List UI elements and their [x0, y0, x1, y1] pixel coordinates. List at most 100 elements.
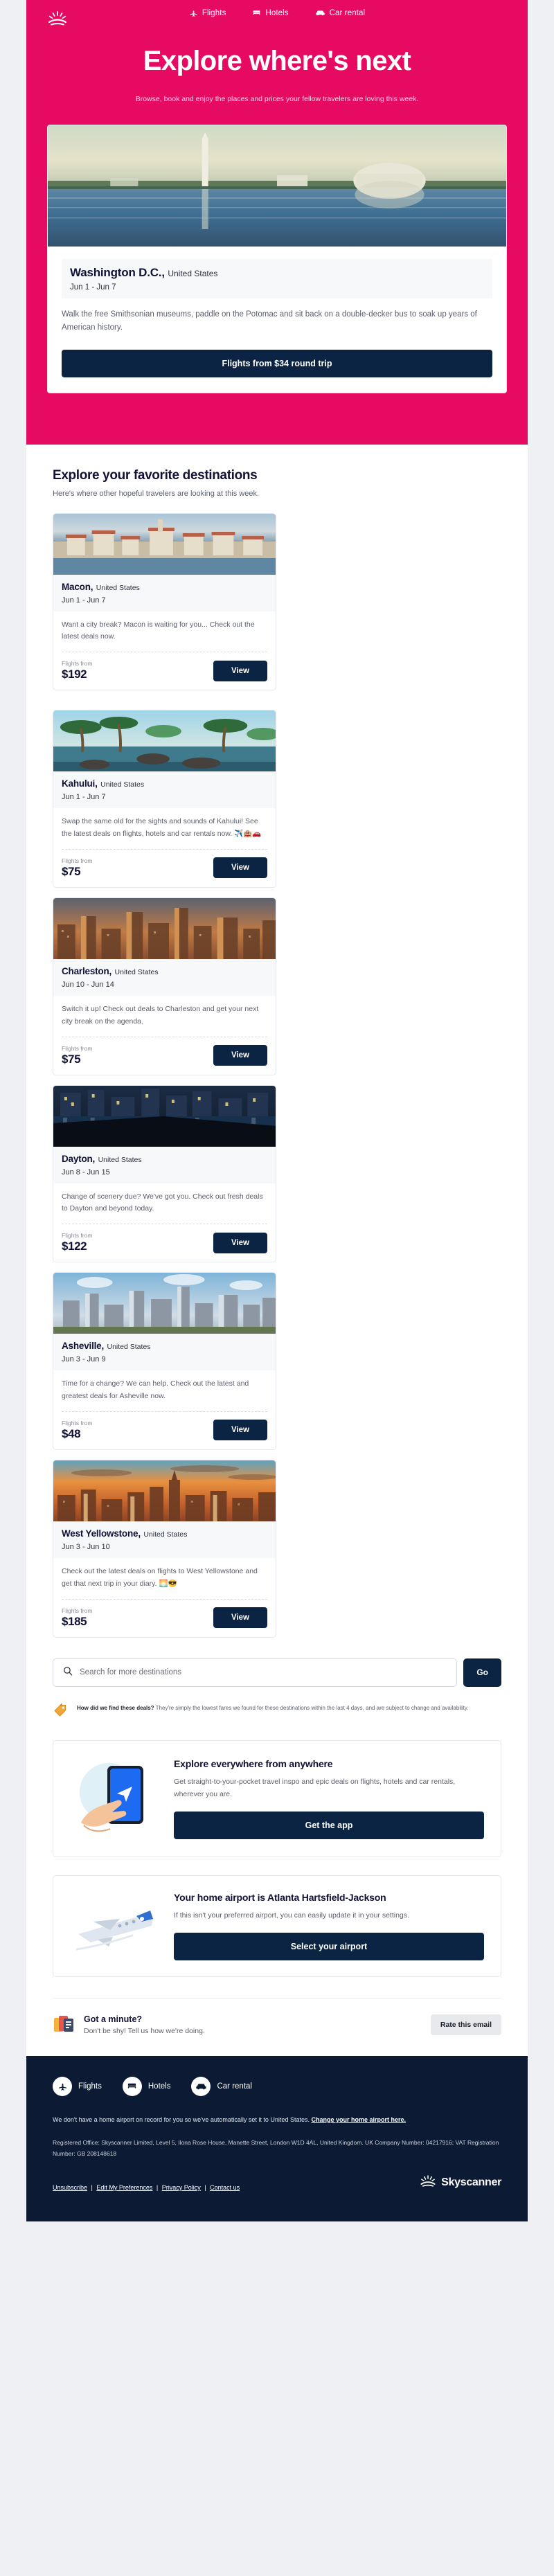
destination-header: Macon, United States Jun 1 - Jun 7: [53, 574, 276, 611]
destination-description: Check out the latest deals on flights to…: [62, 1566, 258, 1588]
destination-country-name: United States: [96, 583, 140, 592]
footer-link-flights[interactable]: Flights: [53, 2076, 102, 2096]
edit-preferences-link[interactable]: Edit My Preferences: [96, 2184, 152, 2191]
destination-description: Switch it up! Check out deals to Charles…: [62, 1004, 259, 1026]
search-box[interactable]: [53, 1658, 458, 1687]
feedback-row: Got a minute? Don't be shy! Tell us how …: [53, 1997, 501, 2056]
app-promo-title: Explore everywhere from anywhere: [174, 1758, 333, 1770]
hero-subtitle: Browse, book and enjoy the places and pr…: [135, 94, 419, 103]
price-value: $48: [62, 1426, 81, 1440]
nav-link-label: Flights: [202, 8, 226, 17]
nav-link-flights[interactable]: Flights: [189, 8, 226, 17]
footer-link-hotels[interactable]: Hotels: [122, 2076, 171, 2096]
nav-link-label: Car rental: [329, 8, 366, 17]
destination-title: Kahului, United States: [62, 778, 267, 790]
view-button[interactable]: View: [213, 1045, 267, 1066]
change-home-airport-link[interactable]: Change your home airport here.: [311, 2116, 406, 2123]
destination-dates: Jun 1 - Jun 7: [62, 793, 106, 802]
destination-card-body: Kahului, United States Jun 1 - Jun 7 Swa…: [53, 771, 276, 887]
rate-this-email-button[interactable]: Rate this email: [430, 2014, 501, 2036]
destination-card[interactable]: Macon, United States Jun 1 - Jun 7 Want …: [53, 512, 276, 691]
charleston-photo: [53, 897, 276, 959]
destination-country-name: United States: [114, 967, 159, 976]
nav-link-car-rental[interactable]: Car rental: [315, 8, 366, 17]
feature-country-name: United States: [168, 268, 218, 278]
destination-card[interactable]: Charleston, United States Jun 10 - Jun 1…: [53, 897, 276, 1075]
feature-cta-button[interactable]: Flights from $34 round trip: [62, 349, 492, 377]
link-separator: |: [202, 2183, 208, 2191]
hero-bottom-spacer: [26, 420, 528, 445]
destination-city-name: Charleston,: [62, 965, 112, 976]
link-separator: |: [154, 2183, 160, 2191]
bed-icon: [252, 8, 261, 17]
destination-header: Dayton, United States Jun 8 - Jun 15: [53, 1146, 276, 1183]
destination-card[interactable]: Asheville, United States Jun 3 - Jun 9 T…: [53, 1272, 276, 1450]
search-input[interactable]: [80, 1668, 447, 1677]
hand-holding-phone-illustration: [70, 1756, 161, 1841]
unsubscribe-link[interactable]: Unsubscribe: [53, 2184, 87, 2191]
featured-destination-card[interactable]: Washington D.C., United States Jun 1 - J…: [47, 124, 507, 393]
price-value: $185: [62, 1614, 87, 1628]
footer-link-car-rental[interactable]: Car rental: [191, 2076, 252, 2096]
home-airport-body: Your home airport is Atlanta Hartsfield-…: [174, 1891, 484, 1961]
destination-city-name: Dayton,: [62, 1153, 96, 1164]
get-the-app-button[interactable]: Get the app: [174, 1812, 484, 1840]
car-icon: [191, 2076, 211, 2096]
home-airport-note-text: We don't have a home airport on record f…: [53, 2116, 312, 2123]
feature-place-header: Washington D.C., United States Jun 1 - J…: [62, 258, 492, 298]
hero-banner: Flights Hotels Car rental Explore where'…: [26, 0, 528, 421]
dayton-photo: [53, 1085, 276, 1147]
destination-card[interactable]: West Yellowstone, United States Jun 3 - …: [53, 1459, 276, 1638]
destination-description: Want a city break? Macon is waiting for …: [62, 620, 255, 641]
contact-us-link[interactable]: Contact us: [210, 2184, 240, 2191]
view-button[interactable]: View: [213, 857, 267, 879]
view-button[interactable]: View: [213, 1232, 267, 1253]
destination-card-body: Macon, United States Jun 1 - Jun 7 Want …: [53, 574, 276, 690]
destination-country-name: United States: [100, 780, 145, 789]
destination-card-body: Dayton, United States Jun 8 - Jun 15 Cha…: [53, 1146, 276, 1262]
feedback-cards-icon: [53, 2012, 75, 2038]
price-label: Flights from: [62, 857, 93, 864]
view-button[interactable]: View: [213, 660, 267, 681]
destination-header: Charleston, United States Jun 10 - Jun 1…: [53, 958, 276, 996]
app-promo-body: Explore everywhere from anywhere Get str…: [174, 1757, 484, 1840]
footer-link-label: Flights: [78, 2082, 102, 2091]
top-navigation: Flights Hotels Car rental: [26, 0, 528, 28]
search-go-button[interactable]: Go: [463, 1658, 501, 1687]
home-airport-title: Your home airport is Atlanta Hartsfield-…: [174, 1891, 386, 1903]
footer-link-label: Hotels: [148, 2082, 171, 2091]
destination-footer: Flights from $48 View: [62, 1411, 267, 1441]
select-your-airport-button[interactable]: Select your airport: [174, 1933, 484, 1961]
destination-description: Time for a change? We can help. Check ou…: [62, 1379, 249, 1401]
destination-country-name: United States: [143, 1530, 188, 1539]
price-tag-icon: [53, 1702, 69, 1722]
email-footer: Flights Hotels Car rental We don't have …: [26, 2055, 528, 2221]
footer-bottom: Unsubscribe | Edit My Preferences | Priv…: [53, 2174, 501, 2191]
destination-dates: Jun 3 - Jun 9: [62, 1355, 106, 1364]
section-subtitle: Here's where other hopeful travelers are…: [53, 489, 260, 498]
privacy-policy-link[interactable]: Privacy Policy: [162, 2184, 201, 2191]
destination-card-body: West Yellowstone, United States Jun 3 - …: [53, 1521, 276, 1637]
view-button[interactable]: View: [213, 1607, 267, 1629]
destinations-section-header: Explore your favorite destinations Here'…: [26, 445, 528, 498]
price-label: Flights from: [62, 1419, 93, 1426]
destination-dates: Jun 1 - Jun 7: [62, 596, 106, 605]
destination-card[interactable]: Kahului, United States Jun 1 - Jun 7 Swa…: [53, 710, 276, 888]
price-label: Flights from: [62, 1607, 93, 1614]
destination-dates: Jun 8 - Jun 15: [62, 1168, 110, 1177]
car-icon: [315, 8, 325, 17]
destination-city-name: Kahului,: [62, 778, 98, 789]
plane-icon: [53, 2076, 72, 2096]
nav-link-hotels[interactable]: Hotels: [252, 8, 289, 17]
view-button[interactable]: View: [213, 1420, 267, 1441]
destination-city-name: West Yellowstone,: [62, 1528, 141, 1539]
destination-footer: Flights from $122 View: [62, 1224, 267, 1253]
destination-card[interactable]: Dayton, United States Jun 8 - Jun 15 Cha…: [53, 1084, 276, 1263]
destination-header: Kahului, United States Jun 1 - Jun 7: [53, 771, 276, 809]
disclaimer-lead: How did we find these deals?: [77, 1704, 154, 1711]
destination-price-block: Flights from $48: [62, 1420, 92, 1441]
feature-card-body: Washington D.C., United States Jun 1 - J…: [48, 247, 506, 393]
destination-footer: Flights from $185 View: [62, 1598, 267, 1629]
feedback-title: Got a minute?: [84, 2014, 143, 2025]
destination-dates: Jun 3 - Jun 10: [62, 1542, 110, 1551]
